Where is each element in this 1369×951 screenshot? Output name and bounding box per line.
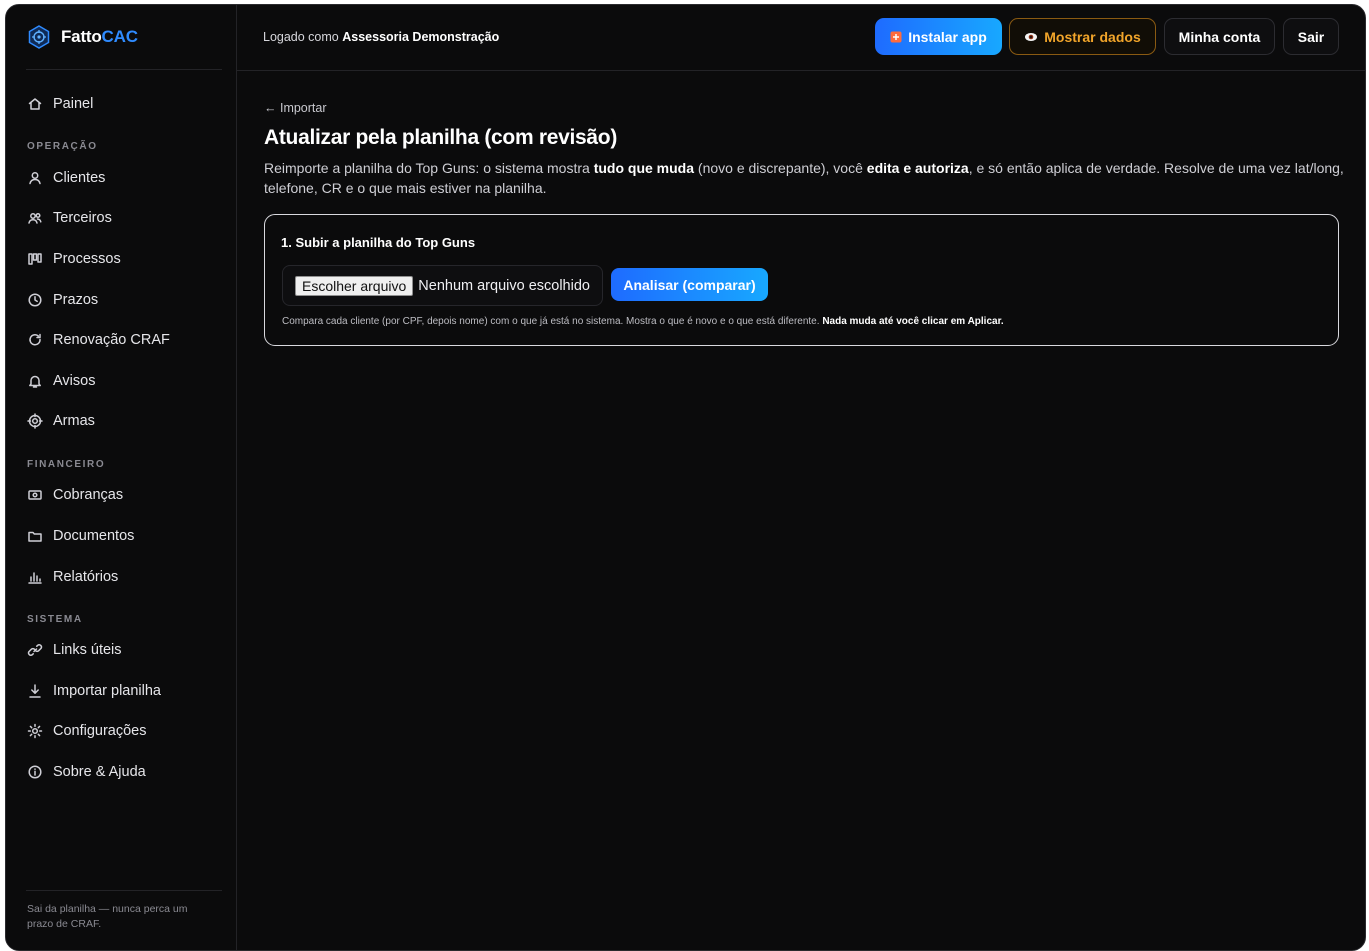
money-icon: [28, 490, 42, 500]
file-status: Nenhum arquivo escolhido: [418, 277, 590, 294]
upload-card-title: 1. Subir a planilha do Top Guns: [281, 235, 476, 250]
sidebar-item-avisos[interactable]: Avisos: [27, 370, 95, 392]
sidebar-item-label: Armas: [53, 413, 95, 429]
sidebar-item-renovacao-craf[interactable]: Renovação CRAF: [27, 329, 170, 351]
topbar: Logado como Assessoria Demonstração Inst…: [236, 5, 1365, 71]
clock-icon: [28, 293, 42, 307]
sidebar-item-sobre-ajuda[interactable]: Sobre & Ajuda: [27, 761, 146, 783]
sidebar: FattoCAC Painel OPERAÇÃO Clientes Tercei…: [6, 5, 237, 950]
home-icon: [28, 98, 42, 110]
upload-card: 1. Subir a planilha do Top Guns Escolher…: [264, 214, 1339, 346]
link-icon: [27, 644, 43, 656]
sidebar-item-label: Documentos: [53, 528, 135, 544]
bell-icon: [29, 375, 41, 388]
sun-gear-icon: [27, 723, 43, 739]
kanban-icon: [28, 253, 42, 265]
eye-icon: [1025, 32, 1038, 41]
users-icon: [28, 212, 42, 224]
app-window: FattoCAC Painel OPERAÇÃO Clientes Tercei…: [5, 4, 1366, 951]
sidebar-item-links-uteis[interactable]: Links úteis: [27, 639, 122, 661]
sidebar-item-relatorios[interactable]: Relatórios: [27, 566, 118, 588]
my-account-button[interactable]: Minha conta: [1164, 18, 1275, 55]
logout-button[interactable]: Sair: [1283, 18, 1339, 55]
sidebar-item-label: Renovação CRAF: [53, 332, 170, 348]
folder-icon: [28, 531, 42, 542]
crosshair-logo-icon: [28, 25, 50, 49]
sidebar-item-label: Relatórios: [53, 569, 119, 585]
sidebar-item-painel[interactable]: Painel: [27, 93, 93, 115]
bar-chart-icon: [28, 572, 42, 584]
crosshair-icon: [27, 413, 43, 429]
sidebar-footer-text: Sai da planilha — nunca perca um prazo d…: [27, 903, 188, 930]
brand[interactable]: FattoCAC: [27, 25, 138, 49]
sidebar-item-documentos[interactable]: Documentos: [27, 525, 134, 547]
user-icon: [29, 172, 41, 185]
sidebar-item-importar-planilha[interactable]: Importar planilha: [27, 680, 161, 702]
choose-file-button[interactable]: Escolher arquivo: [295, 275, 414, 296]
sidebar-item-label: Sobre & Ajuda: [53, 764, 146, 780]
sidebar-item-cobrancas[interactable]: Cobranças: [27, 484, 123, 506]
brand-name: FattoCAC: [61, 27, 138, 46]
sidebar-item-configuracoes[interactable]: Configurações: [27, 720, 147, 742]
sidebar-item-terceiros[interactable]: Terceiros: [27, 207, 112, 229]
upload-note: Compara cada cliente (por CPF, depois no…: [282, 316, 1004, 327]
sidebar-item-armas[interactable]: Armas: [27, 410, 95, 432]
info-icon: [28, 765, 42, 779]
sidebar-item-label: Configurações: [53, 723, 147, 739]
sidebar-item-label: Avisos: [53, 373, 96, 389]
download-icon: [29, 684, 41, 698]
back-link[interactable]: ← Importar: [264, 101, 327, 115]
sidebar-item-label: Painel: [53, 96, 94, 112]
brand-divider: [26, 69, 222, 70]
sidebar-item-label: Processos: [53, 251, 121, 267]
sidebar-item-label: Importar planilha: [53, 683, 161, 699]
sidebar-item-prazos[interactable]: Prazos: [27, 289, 98, 311]
page-title: Atualizar pela planilha (com revisão): [264, 126, 618, 149]
install-app-button[interactable]: Instalar app: [875, 18, 1002, 55]
show-data-button[interactable]: Mostrar dados: [1009, 18, 1156, 55]
logged-user-name: Assessoria Demonstração: [342, 30, 500, 44]
sidebar-item-label: Clientes: [53, 170, 106, 186]
section-operacao: OPERAÇÃO: [27, 141, 98, 152]
sidebar-item-label: Links úteis: [53, 642, 122, 658]
page-description: Reimporte a planilha do Top Guns: o sist…: [264, 160, 1344, 196]
refresh-icon: [29, 333, 41, 346]
sidebar-item-processos[interactable]: Processos: [27, 248, 121, 270]
section-sistema: SISTEMA: [27, 614, 83, 625]
sidebar-item-label: Prazos: [53, 292, 99, 308]
analyze-button[interactable]: Analisar (comparar): [611, 268, 768, 301]
app-install-icon: [890, 31, 902, 42]
sidebar-item-label: Cobranças: [53, 487, 124, 503]
section-financeiro: FINANCEIRO: [27, 459, 106, 470]
footer-divider: [26, 890, 222, 891]
sidebar-item-clientes[interactable]: Clientes: [27, 167, 105, 189]
file-input[interactable]: Escolher arquivo Nenhum arquivo escolhid…: [282, 265, 603, 306]
sidebar-item-label: Terceiros: [53, 210, 112, 226]
logged-in-label: Logado como Assessoria Demonstração: [263, 30, 500, 44]
